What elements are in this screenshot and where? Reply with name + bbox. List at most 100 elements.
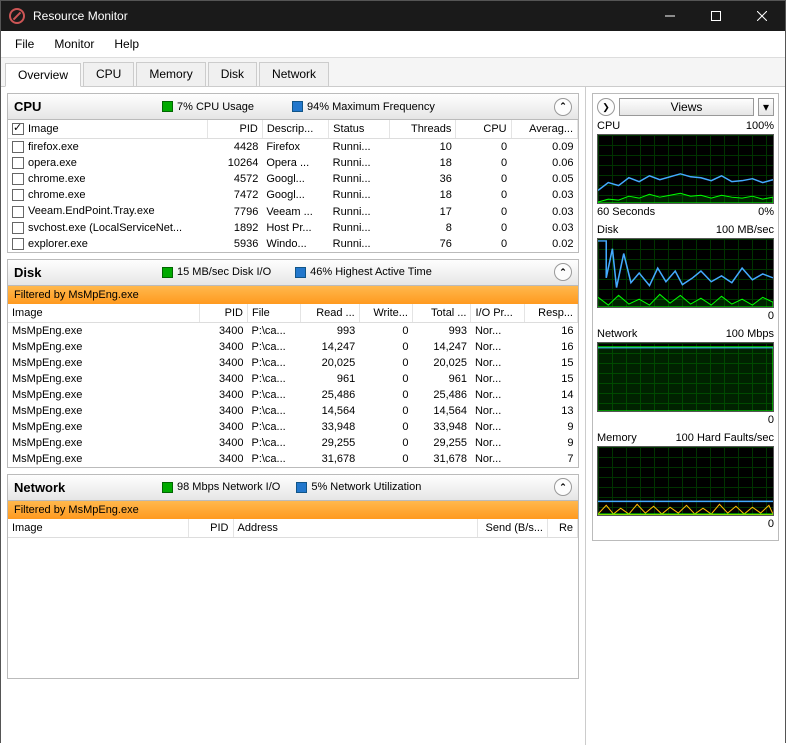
col-threads[interactable]: Threads <box>389 120 455 139</box>
col-desc[interactable]: Descrip... <box>262 120 328 139</box>
col-image[interactable]: Image <box>8 304 200 323</box>
tab-bar: Overview CPU Memory Disk Network <box>1 58 785 86</box>
col-read[interactable]: Read ... <box>301 304 360 323</box>
menu-file[interactable]: File <box>5 33 44 55</box>
tab-cpu[interactable]: CPU <box>83 62 134 86</box>
network-filter-bar: Filtered by MsMpEng.exe <box>8 501 578 519</box>
cpu-usage-label: 7% CPU Usage <box>177 101 254 113</box>
table-row[interactable]: MsMpEng.exe3400P:\ca...9930993Nor...16 <box>8 322 578 339</box>
tab-network[interactable]: Network <box>259 62 329 86</box>
disk-filter-bar: Filtered by MsMpEng.exe <box>8 286 578 304</box>
chart-scale-br: 0 <box>768 414 774 426</box>
row-checkbox[interactable] <box>12 189 24 201</box>
table-row[interactable]: explorer.exe5936Windo...Runni...7600.02 <box>8 236 578 252</box>
col-resp[interactable]: Resp... <box>524 304 577 323</box>
square-blue-icon <box>295 267 306 278</box>
titlebar[interactable]: Resource Monitor <box>1 1 785 31</box>
chart-title: Disk <box>597 224 618 236</box>
network-panel-header[interactable]: Network 98 Mbps Network I/O 5% Network U… <box>8 475 578 501</box>
panel-title: Network <box>14 480 154 495</box>
network-table: Image PID Address Send (B/s... Re <box>8 519 578 538</box>
tab-overview[interactable]: Overview <box>5 63 81 87</box>
charts-collapse-button[interactable]: ❯ <box>597 98 615 116</box>
col-status[interactable]: Status <box>329 120 390 139</box>
row-checkbox[interactable] <box>12 173 24 185</box>
table-row[interactable]: opera.exe10264Opera ...Runni...1800.06 <box>8 155 578 171</box>
cpu-chart <box>597 134 774 204</box>
table-row[interactable]: Veeam.EndPoint.Tray.exe7796Veeam ...Runn… <box>8 203 578 219</box>
charts-pane: ❯ Views ▾ CPU100% 60 Seconds0% Disk100 M… <box>592 93 779 541</box>
net-util-label: 5% Network Utilization <box>311 481 421 493</box>
col-total[interactable]: Total ... <box>412 304 471 323</box>
table-row[interactable]: chrome.exe4572Googl...Runni...3600.05 <box>8 171 578 187</box>
col-recv[interactable]: Re <box>548 519 578 538</box>
chart-scale-br: 0 <box>768 310 774 322</box>
table-row[interactable]: MsMpEng.exe3400P:\ca...31,678031,678Nor.… <box>8 451 578 467</box>
row-checkbox[interactable] <box>12 222 24 234</box>
tab-memory[interactable]: Memory <box>136 62 205 86</box>
memory-chart-block: Memory100 Hard Faults/sec 0 <box>597 432 774 530</box>
col-write[interactable]: Write... <box>359 304 412 323</box>
table-row[interactable]: firefox.exe4428FirefoxRunni...1000.09 <box>8 139 578 156</box>
table-row[interactable]: MsMpEng.exe3400P:\ca...33,948033,948Nor.… <box>8 419 578 435</box>
views-button[interactable]: Views <box>619 98 754 116</box>
table-row[interactable]: MsMpEng.exe3400P:\ca...14,247014,247Nor.… <box>8 339 578 355</box>
collapse-icon[interactable]: ⌃ <box>554 98 572 116</box>
memory-chart <box>597 446 774 516</box>
row-checkbox[interactable] <box>12 206 24 218</box>
table-row[interactable]: MsMpEng.exe3400P:\ca...20,025020,025Nor.… <box>8 355 578 371</box>
chart-scale-bl: 60 Seconds <box>597 206 655 218</box>
panel-title: CPU <box>14 99 154 114</box>
table-row[interactable]: svchost.exe (LocalServiceNet...1892Host … <box>8 220 578 236</box>
table-row[interactable]: MsMpEng.exe3400P:\ca...29,255029,255Nor.… <box>8 435 578 451</box>
chart-title: CPU <box>597 120 620 132</box>
views-dropdown-button[interactable]: ▾ <box>758 98 774 116</box>
checkbox-all[interactable] <box>12 123 24 135</box>
col-pid[interactable]: PID <box>188 519 233 538</box>
row-checkbox[interactable] <box>12 238 24 250</box>
table-row[interactable]: MsMpEng.exe3400P:\ca...14,564014,564Nor.… <box>8 403 578 419</box>
col-pid[interactable]: PID <box>207 120 262 139</box>
network-panel: Network 98 Mbps Network I/O 5% Network U… <box>7 474 579 679</box>
chart-title: Network <box>597 328 637 340</box>
col-file[interactable]: File <box>247 304 300 323</box>
minimize-button[interactable] <box>647 1 693 31</box>
square-blue-icon <box>296 482 307 493</box>
net-io-label: 98 Mbps Network I/O <box>177 481 280 493</box>
row-checkbox[interactable] <box>12 141 24 153</box>
table-row[interactable]: MsMpEng.exe3400P:\ca...25,486025,486Nor.… <box>8 387 578 403</box>
table-row[interactable]: MsMpEng.exe3400P:\ca...9610961Nor...15 <box>8 371 578 387</box>
square-green-icon <box>162 482 173 493</box>
chart-scale-top: 100 Hard Faults/sec <box>676 432 774 444</box>
network-empty-area <box>8 538 578 678</box>
tab-disk[interactable]: Disk <box>208 62 257 86</box>
menu-monitor[interactable]: Monitor <box>44 33 104 55</box>
disk-active-label: 46% Highest Active Time <box>310 266 432 278</box>
disk-table: Image PID File Read ... Write... Total .… <box>8 304 578 467</box>
col-avg[interactable]: Averag... <box>511 120 577 139</box>
collapse-icon[interactable]: ⌃ <box>554 263 572 281</box>
row-checkbox[interactable] <box>12 157 24 169</box>
collapse-icon[interactable]: ⌃ <box>554 478 572 496</box>
col-image[interactable]: Image <box>8 120 207 139</box>
app-icon <box>9 8 25 24</box>
chart-scale-top: 100% <box>746 120 774 132</box>
col-send[interactable]: Send (B/s... <box>478 519 548 538</box>
col-address[interactable]: Address <box>233 519 478 538</box>
col-cpu[interactable]: CPU <box>456 120 511 139</box>
disk-panel-header[interactable]: Disk 15 MB/sec Disk I/O 46% Highest Acti… <box>8 260 578 286</box>
maximize-button[interactable] <box>693 1 739 31</box>
square-blue-icon <box>292 101 303 112</box>
disk-io-label: 15 MB/sec Disk I/O <box>177 266 271 278</box>
col-pid[interactable]: PID <box>200 304 248 323</box>
close-button[interactable] <box>739 1 785 31</box>
table-row[interactable]: chrome.exe7472Googl...Runni...1800.03 <box>8 187 578 203</box>
cpu-panel-header[interactable]: CPU 7% CPU Usage 94% Maximum Frequency ⌃ <box>8 94 578 120</box>
menu-help[interactable]: Help <box>104 33 149 55</box>
col-iopr[interactable]: I/O Pr... <box>471 304 524 323</box>
col-image[interactable]: Image <box>8 519 188 538</box>
disk-chart <box>597 238 774 308</box>
cpu-freq-label: 94% Maximum Frequency <box>307 101 435 113</box>
chart-scale-br: 0 <box>768 518 774 530</box>
chart-scale-top: 100 MB/sec <box>716 224 774 236</box>
